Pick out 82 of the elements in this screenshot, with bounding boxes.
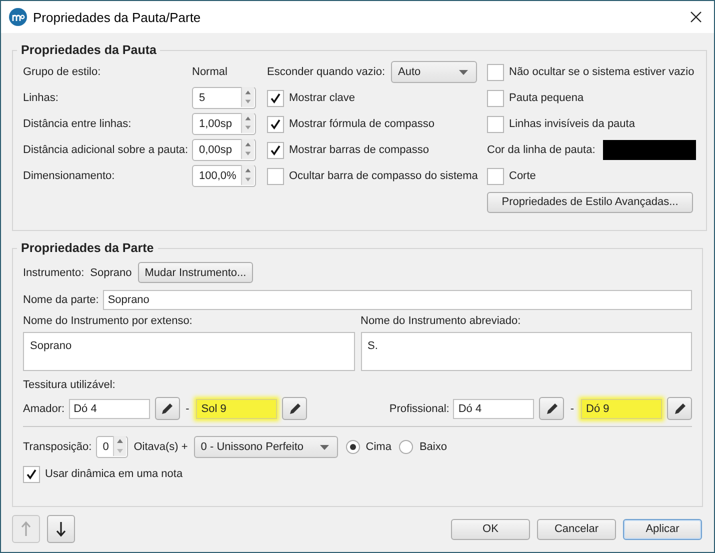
checkbox[interactable] [487,168,504,184]
spin-box[interactable]: 5 [192,87,256,109]
edit-button[interactable] [539,397,564,420]
range-separator: - [570,402,574,414]
checkbox-label: Linhas invisíveis da pauta [509,118,635,130]
field-label: Dimensionamento: [23,170,116,182]
range-field[interactable]: Dó 4 [68,398,150,418]
radio-label: Baixo [419,441,447,453]
change-instrument-button[interactable]: Mudar Instrumento... [138,262,254,283]
instrument-name: Soprano [90,266,132,278]
dialog-button[interactable]: Aplicar [623,518,702,540]
spin-box[interactable]: 0 [96,436,128,458]
spin-arrows-icon[interactable] [241,165,254,185]
checkbox-label: Usar dinâmica em uma nota [45,468,183,480]
part-name-field[interactable]: Soprano [102,290,692,310]
group-title: Propriedades da Parte [20,241,155,255]
spin-arrows-icon[interactable] [241,139,254,159]
field-label: Cor da linha de pauta: [487,144,596,156]
checkbox-label: Mostrar fórmula de compasso [289,118,434,130]
field-label: Oitava(s) + [134,441,188,453]
field-label: Nome do Instrumento por extenso: [23,315,194,327]
style-group-value: Normal [192,66,228,78]
edit-button[interactable] [282,397,308,420]
checkbox-label: Mostrar clave [289,92,356,104]
up-arrow-icon [21,521,31,537]
dropdown-arrow-icon [459,70,468,74]
long-name-field[interactable]: Soprano [23,332,354,371]
radio-button[interactable] [399,440,414,454]
move-down-button[interactable] [47,515,75,543]
checkbox[interactable] [487,90,504,106]
window-title: Propriedades da Pauta/Parte [33,10,202,24]
checkbox[interactable] [267,142,284,158]
dialog-button[interactable]: Cancelar [537,518,616,540]
spin-box[interactable]: 100,0% [192,165,256,187]
spin-box[interactable]: 1,00sp [192,113,256,135]
radio-button[interactable] [346,440,360,454]
short-name-field[interactable]: S. [360,332,692,371]
spin-arrows-icon[interactable] [241,113,254,133]
spin-arrows-icon[interactable] [112,436,126,456]
range-field[interactable]: Dó 4 [453,398,534,418]
checkbox-label: Pauta pequena [509,92,584,104]
checkbox-label: Mostrar barras de compasso [289,144,429,156]
close-icon[interactable] [690,11,702,23]
checkbox[interactable] [487,64,504,80]
field-label: Nome da parte: [23,294,99,306]
edit-button[interactable] [667,397,692,420]
field-label: Distância entre linhas: [23,118,132,130]
edit-button[interactable] [154,397,180,420]
checkbox[interactable] [23,466,40,482]
dropdown[interactable]: 0 - Unissono Perfeito [194,436,338,458]
dropdown-arrow-icon [320,444,329,450]
range-field[interactable]: Dó 9 [581,398,662,418]
field-label: Transposição: [23,441,92,453]
checkbox-label: Não ocultar se o sistema estiver vazio [509,66,694,78]
range-field[interactable]: Sol 9 [196,398,278,418]
app-logo-icon [9,8,27,26]
checkbox[interactable] [487,116,504,132]
range-separator: - [186,402,190,414]
checkbox-label: Corte [509,170,536,182]
field-label: Nome do Instrumento abreviado: [360,315,522,327]
down-arrow-icon [56,521,66,537]
field-label: Amador: [23,402,65,414]
advanced-style-button[interactable]: Propriedades de Estilo Avançadas... [487,192,693,212]
spin-arrows-icon[interactable] [241,87,254,107]
field-label: Esconder quando vazio: [267,66,386,78]
checkbox-label: Ocultar barra de compasso do sistema [289,170,478,182]
field-label: Tessitura utilizável: [23,379,116,391]
dialog-button[interactable]: OK [451,518,530,540]
radio-label: Cima [366,441,392,453]
group-title: Propriedades da Pauta [20,43,158,57]
pencil-icon [159,400,176,416]
checkbox[interactable] [267,90,284,106]
field-label: Distância adicional sobre a pauta: [23,144,190,156]
dropdown[interactable]: Auto [391,61,478,83]
checkbox[interactable] [267,168,284,184]
field-label: Linhas: [23,92,60,104]
spin-box[interactable]: 0,00sp [192,139,256,161]
field-label: Grupo de estilo: [23,66,102,78]
field-label: Profissional: [389,402,450,414]
checkbox[interactable] [267,116,284,132]
field-label: Instrumento: [23,266,84,278]
color-swatch[interactable] [603,140,696,160]
